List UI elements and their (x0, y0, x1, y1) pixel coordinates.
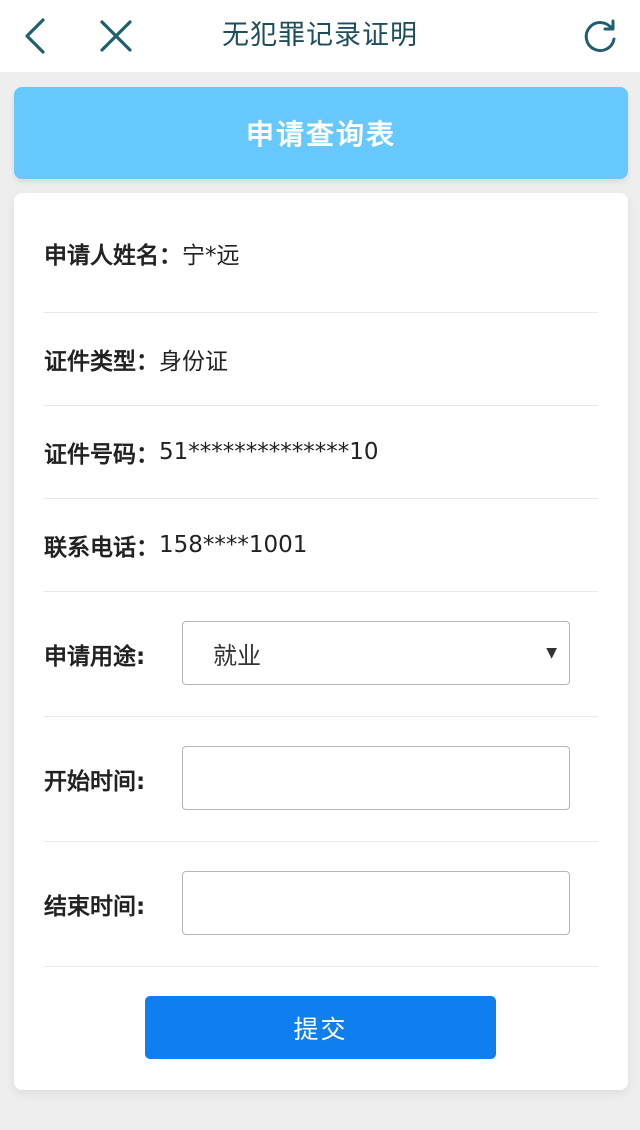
id-number-label: 证件号码： (44, 442, 159, 468)
id-type-label: 证件类型： (44, 349, 159, 375)
start-time-input[interactable] (182, 746, 570, 810)
start-time-label: 开始时间: (44, 769, 146, 795)
applicant-name-row: 申请人姓名： 宁*远 (44, 193, 598, 313)
form-banner: 申请查询表 (14, 87, 628, 179)
purpose-selected-value: 就业 (213, 641, 261, 670)
id-number-row: 证件号码： 51**************10 (44, 406, 598, 499)
application-form: 申请人姓名： 宁*远 证件类型： 身份证 证件号码： 51***********… (14, 193, 628, 1090)
applicant-name-value: 宁*远 (182, 242, 240, 269)
refresh-button[interactable] (572, 8, 628, 64)
form-title: 申请查询表 (245, 118, 396, 151)
submit-button[interactable]: 提交 (145, 996, 496, 1059)
navbar: 无犯罪记录证明 (0, 0, 640, 72)
close-icon (100, 20, 132, 52)
phone-row: 联系电话： 158****1001 (44, 499, 598, 592)
phone-label: 联系电话： (44, 535, 159, 561)
close-button[interactable] (88, 8, 144, 64)
dropdown-arrow-icon: ▼ (546, 645, 557, 661)
end-time-input[interactable] (182, 871, 570, 935)
phone-value: 158****1001 (159, 532, 308, 558)
end-time-row: 结束时间: (44, 842, 598, 967)
start-time-row: 开始时间: (44, 717, 598, 842)
purpose-row: 申请用途: 就业 ▼ (44, 592, 598, 717)
chevron-left-icon (25, 18, 45, 54)
purpose-label: 申请用途: (44, 644, 146, 670)
purpose-select[interactable]: 就业 ▼ (182, 621, 570, 685)
end-time-label: 结束时间: (44, 894, 146, 920)
back-button[interactable] (8, 8, 64, 64)
id-type-row: 证件类型： 身份证 (44, 313, 598, 406)
applicant-name-label: 申请人姓名： (44, 242, 182, 269)
refresh-icon (584, 19, 616, 53)
id-type-value: 身份证 (159, 349, 228, 375)
id-number-value: 51**************10 (159, 439, 379, 465)
